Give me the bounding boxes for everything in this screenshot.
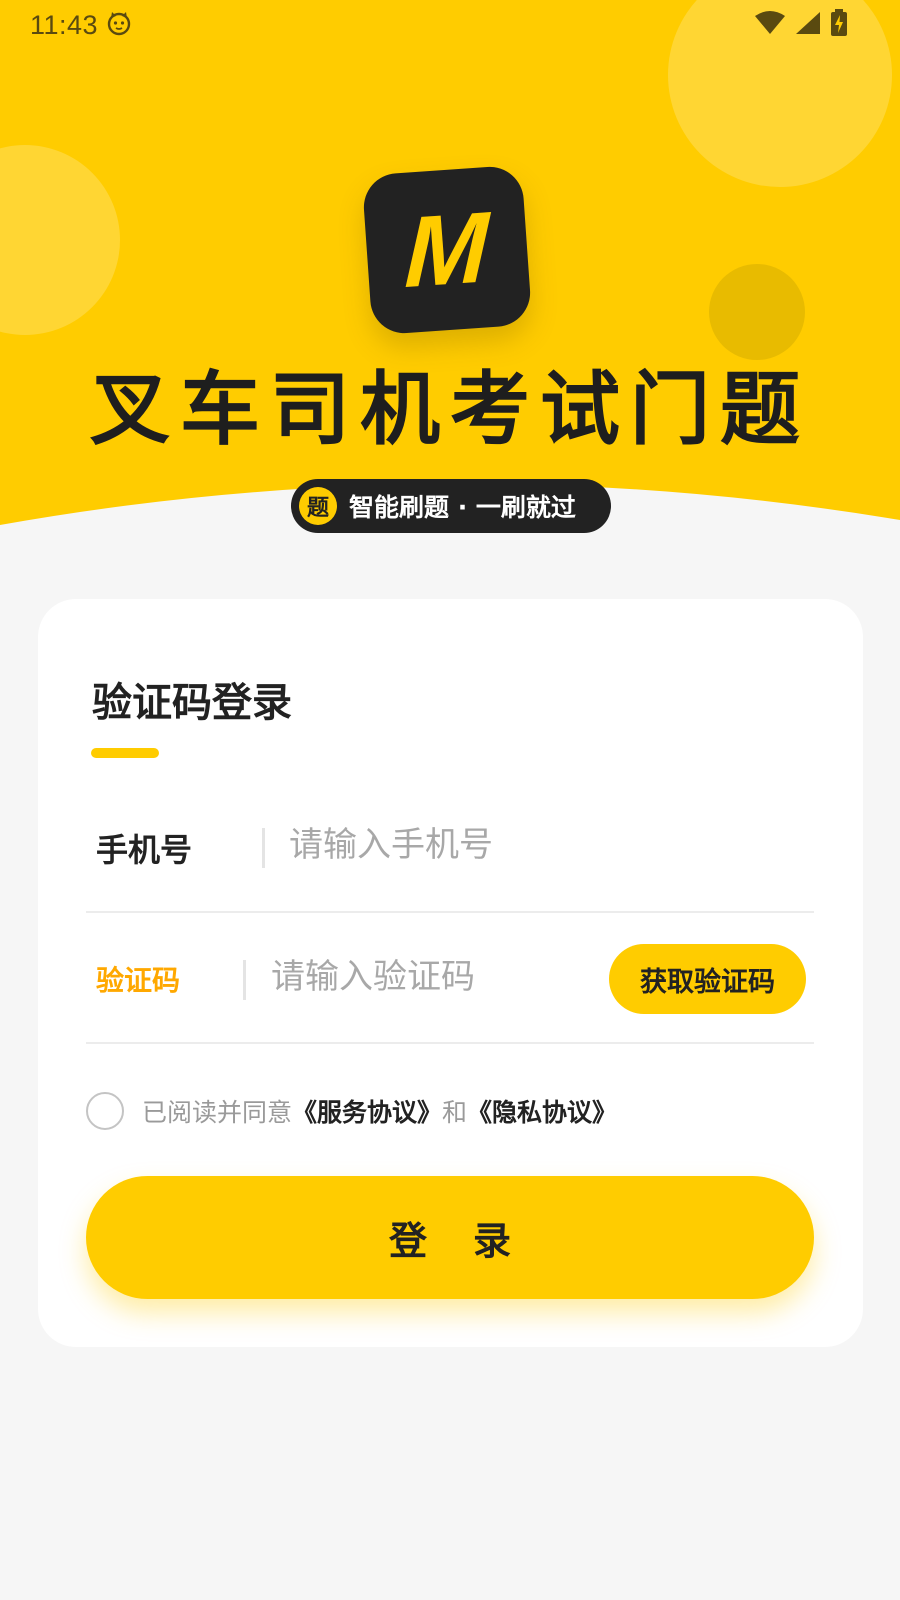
status-bar: 11:43 bbox=[0, 0, 900, 50]
code-label: 验证码 bbox=[96, 964, 181, 997]
privacy-agreement-link[interactable]: 《隐私协议》 bbox=[467, 1093, 617, 1129]
agreement-conjunction: 和 bbox=[442, 1098, 468, 1127]
phone-field-divider bbox=[262, 828, 265, 868]
login-card: 验证码登录 手机号 验证码 获取验证码 已阅读并同意 《服务协议》 和 《隐私协… bbox=[38, 599, 863, 1347]
question-badge-icon: 题 bbox=[299, 487, 337, 525]
service-agreement-link[interactable]: 《服务协议》 bbox=[292, 1093, 442, 1129]
cellular-signal-icon bbox=[794, 10, 822, 40]
slogan-badge: 题 智能刷题 · 一刷就过 bbox=[291, 479, 611, 533]
agreement-prefix: 已阅读并同意 bbox=[142, 1098, 293, 1127]
phone-input[interactable] bbox=[289, 820, 789, 870]
app-logo: M bbox=[361, 164, 533, 336]
status-time: 11:43 bbox=[30, 9, 99, 40]
battery-charging-icon bbox=[830, 9, 848, 41]
phone-label: 手机号 bbox=[96, 831, 193, 869]
app-title: 叉车司机考试门题 bbox=[90, 363, 810, 456]
slogan-text: 智能刷题 · 一刷就过 bbox=[349, 493, 576, 522]
agreement-row: 已阅读并同意 《服务协议》 和 《隐私协议》 bbox=[86, 1089, 816, 1133]
code-input[interactable] bbox=[271, 952, 631, 1002]
code-field-divider bbox=[243, 960, 246, 1000]
app-logo-letter: M bbox=[403, 190, 491, 310]
header-hero: 11:43 M 叉车司机考试门题 题 智能刷题 · 一刷就过 bbox=[0, 0, 900, 620]
wifi-icon bbox=[754, 10, 786, 40]
login-card-title: 验证码登录 bbox=[92, 680, 292, 726]
code-field-row: 验证码 获取验证码 bbox=[86, 914, 814, 1044]
phone-field-row: 手机号 bbox=[86, 783, 814, 913]
title-underline bbox=[91, 748, 159, 758]
login-button[interactable]: 登录 bbox=[86, 1176, 814, 1299]
get-code-button[interactable]: 获取验证码 bbox=[609, 944, 806, 1014]
agreement-checkbox[interactable] bbox=[86, 1092, 124, 1130]
cat-face-icon bbox=[106, 10, 132, 40]
